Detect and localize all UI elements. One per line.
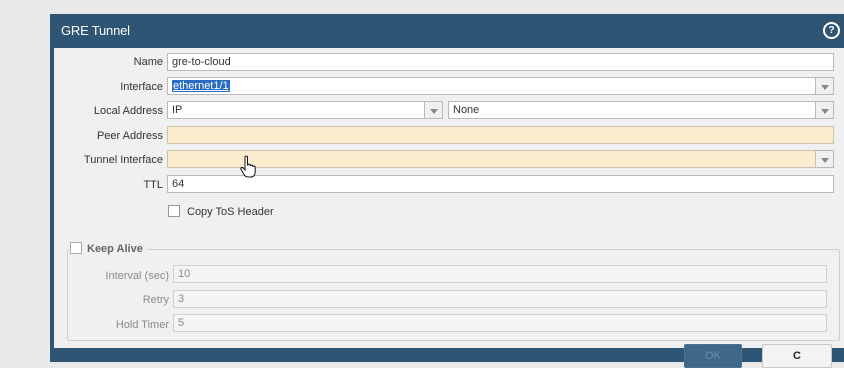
cancel-button[interactable]: C xyxy=(762,344,832,368)
interface-label: Interface xyxy=(120,81,163,93)
tunnel-interface-dropdown-icon[interactable] xyxy=(816,150,834,168)
hand-cursor-icon xyxy=(240,155,256,178)
gre-tunnel-dialog: GRE Tunnel ? Name gre-to-cloud Interface… xyxy=(50,14,844,368)
ttl-input[interactable]: 64 xyxy=(167,175,834,193)
interval-input[interactable]: 10 xyxy=(173,265,827,283)
peer-address-label: Peer Address xyxy=(96,130,163,142)
interface-select[interactable]: ethernet1/1 xyxy=(167,77,816,95)
dialog-titlebar: GRE Tunnel ? xyxy=(50,14,844,47)
ok-button[interactable]: OK xyxy=(684,344,742,368)
name-input[interactable]: gre-to-cloud xyxy=(167,53,834,71)
name-label: Name xyxy=(133,56,163,68)
local-address-value-select[interactable]: None xyxy=(448,101,816,119)
local-address-type-select[interactable]: IP xyxy=(167,101,425,119)
dialog-title: GRE Tunnel xyxy=(61,23,130,38)
tunnel-interface-label: Tunnel Interface xyxy=(83,154,163,166)
tunnel-interface-select[interactable] xyxy=(167,150,816,168)
local-address-label: Local Address xyxy=(93,105,163,117)
interval-label: Interval (sec) xyxy=(105,270,169,282)
interface-dropdown-icon[interactable] xyxy=(816,77,834,95)
ttl-label: TTL xyxy=(143,179,163,191)
keep-alive-legend-text: Keep Alive xyxy=(87,243,143,255)
help-icon[interactable]: ? xyxy=(823,22,840,39)
keep-alive-legend: Keep Alive xyxy=(68,242,147,258)
peer-address-input[interactable] xyxy=(167,126,834,144)
keep-alive-checkbox[interactable] xyxy=(70,242,82,254)
retry-label: Retry xyxy=(142,294,169,306)
copy-tos-label: Copy ToS Header xyxy=(187,206,274,218)
copy-tos-checkbox[interactable] xyxy=(168,205,180,217)
hold-timer-input[interactable]: 5 xyxy=(173,314,827,332)
interface-value: ethernet1/1 xyxy=(172,80,230,92)
local-address-value-dropdown-icon[interactable] xyxy=(816,101,834,119)
local-address-type-dropdown-icon[interactable] xyxy=(425,101,443,119)
hold-timer-label: Hold Timer xyxy=(115,319,169,331)
retry-input[interactable]: 3 xyxy=(173,290,827,308)
dialog-content: Name gre-to-cloud Interface ethernet1/1 … xyxy=(54,48,844,348)
